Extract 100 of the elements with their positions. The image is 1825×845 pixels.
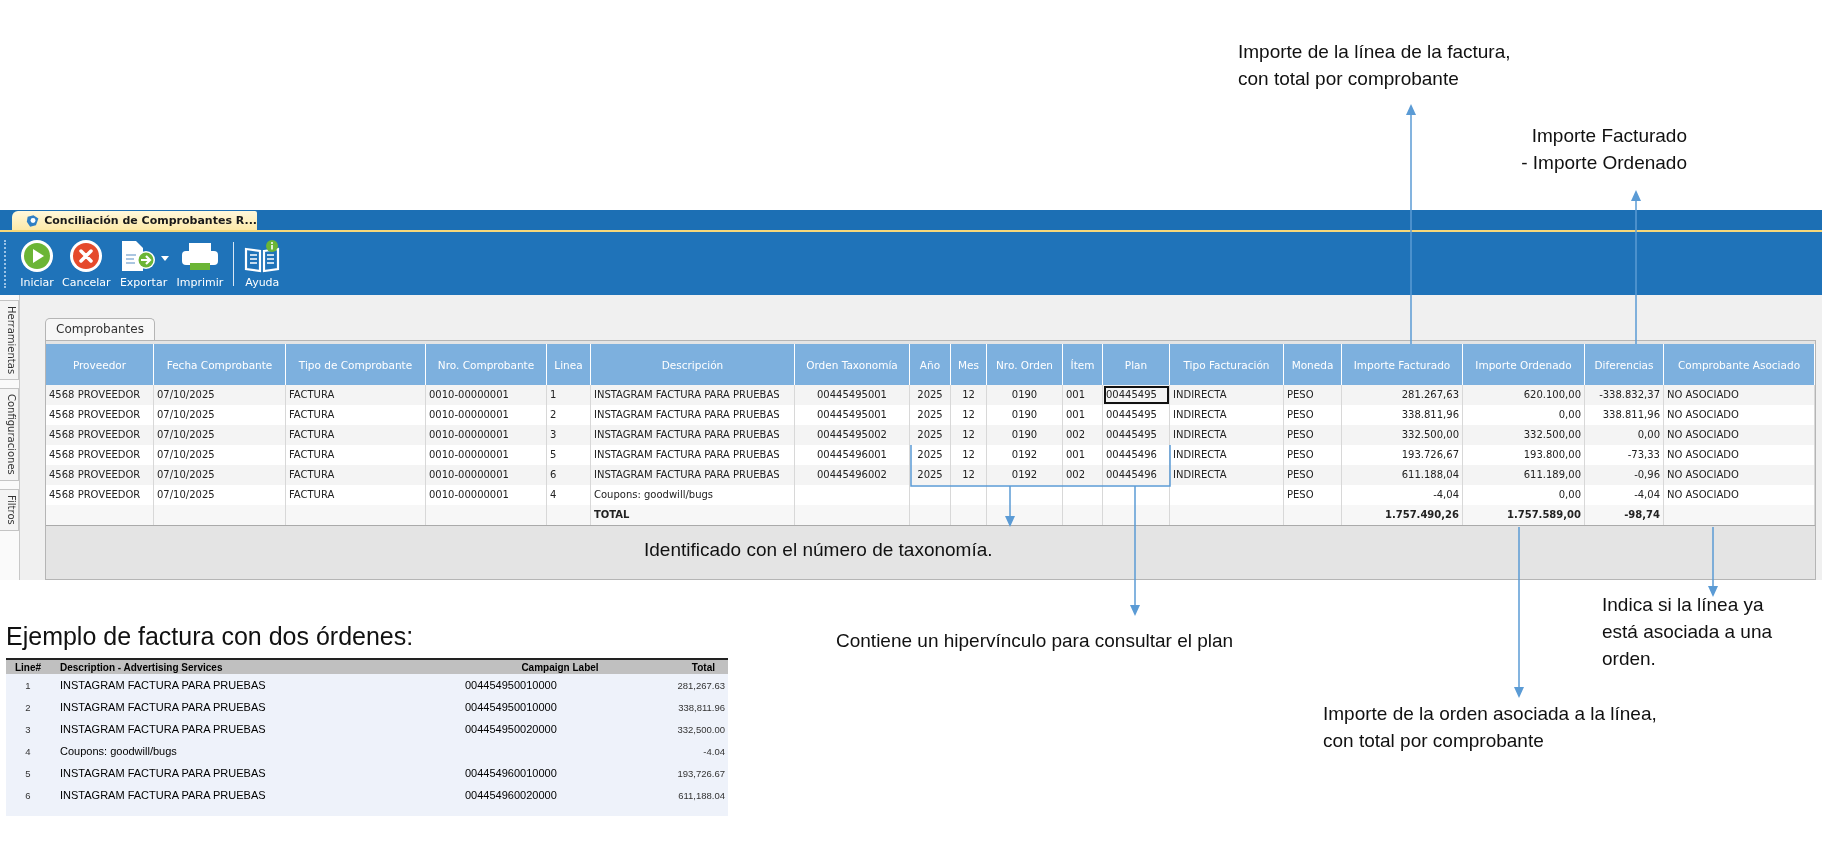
column-header[interactable]: Orden Taxonomía [795,344,910,385]
column-header[interactable]: Diferencias [1585,344,1664,385]
table-cell: FACTURA [286,425,426,445]
line-number: 2 [24,701,32,713]
annotation-text: Importe de la orden asociada a la línea, con total por comprobante [1323,702,1657,753]
table-cell: 6 [547,465,591,485]
table-cell: 611.188,04 [1342,465,1463,485]
toolbar-button[interactable]: Ayuda [240,236,285,291]
table-cell: 0010-00000001 [426,385,547,405]
table-cell: 0190 [987,385,1063,405]
document-tab[interactable]: Conciliación de Comprobantes R... [12,211,257,230]
campaign-label: 004454950010000 [465,679,557,691]
table-cell: 00445496 [1103,465,1170,485]
column-header[interactable]: Plan [1103,344,1170,385]
annotation-text: Indica si la línea ya está asociada a una orden. [1602,593,1773,671]
side-tab[interactable]: Filtros [0,488,19,531]
table-cell: NO ASOCIADO [1664,465,1815,485]
table-cell: FACTURA [286,385,426,405]
column-header[interactable]: Mes [951,344,987,385]
total-cell: 1.757.490,26 [1342,505,1463,525]
column-header[interactable]: Ítem [1063,344,1103,385]
table-cell: 2025 [910,425,951,445]
side-tab[interactable]: Configuraciones [0,388,19,481]
caret-icon [160,256,169,261]
column-header[interactable]: Descripción [591,344,795,385]
tab[interactable]: Comprobantes [45,318,155,340]
table-cell: 002 [1063,465,1103,485]
column-header[interactable]: Tipo Facturación [1170,344,1284,385]
invoice-description: INSTAGRAM FACTURA PARA PRUEBAS [59,701,267,713]
line-number: 5 [24,767,32,779]
invoice-description: INSTAGRAM FACTURA PARA PRUEBAS [59,679,267,691]
table-cell: NO ASOCIADO [1664,425,1815,445]
table-cell: 2025 [910,385,951,405]
table-cell: 611.189,00 [1463,465,1585,485]
column-header[interactable]: Fecha Comprobante [154,344,286,385]
column-header[interactable]: Nro. Orden [987,344,1063,385]
table-cell: 00445496002 [795,465,910,485]
side-tab[interactable]: Herramientas [0,300,19,381]
toolbar-grip [4,239,8,288]
column-header[interactable]: Tipo de Comprobante [286,344,426,385]
invoice-column-header: Line# [13,661,43,673]
toolbar-button[interactable]: Imprimir [172,236,228,291]
invoice-total: 193,726.67 [676,767,725,779]
invoice-column-header: Campaign Label [520,661,600,673]
total-cell: TOTAL [591,505,795,525]
table-cell: 002 [1063,425,1103,445]
column-header[interactable]: Proveedor [46,344,154,385]
table-cell: -338.832,37 [1585,385,1664,405]
total-cell: 1.757.589,00 [1463,505,1585,525]
table-cell: 12 [951,465,987,485]
column-header[interactable]: Moneda [1284,344,1342,385]
toolbar-button[interactable]: Exportar [114,236,173,291]
invoice-total: 332,500.00 [676,723,725,735]
column-header[interactable]: Comprobante Asociado [1664,344,1815,385]
annotation-text: Importe de la línea de la factura, con total por comprobante [1238,40,1511,91]
table-cell: 1 [547,385,591,405]
campaign-label: 004454950020000 [465,723,557,735]
line-number: 6 [24,789,32,801]
line-number: 3 [24,723,32,735]
table-cell: 4568 PROVEEDOR [46,425,154,445]
table-cell: INSTAGRAM FACTURA PARA PRUEBAS [591,425,795,445]
table-cell: 332.500,00 [1463,425,1585,445]
table-cell: 0010-00000001 [426,465,547,485]
play-icon [20,239,54,273]
toolbar-button[interactable]: Cancelar [58,236,115,291]
table-cell: 4568 PROVEEDOR [46,385,154,405]
line-number: 1 [24,679,32,691]
column-header[interactable]: Importe Facturado [1342,344,1463,385]
table-cell: 12 [951,425,987,445]
table-cell: 332.500,00 [1342,425,1463,445]
column-header[interactable]: Año [910,344,951,385]
table-cell: 00445495001 [795,385,910,405]
line-number: 4 [24,745,32,757]
table-cell: 0192 [987,465,1063,485]
invoice-example-title: Ejemplo de factura con dos órdenes: [6,622,414,652]
table-cell: 07/10/2025 [154,425,286,445]
table-cell: 00445495002 [795,425,910,445]
table-cell: 07/10/2025 [154,465,286,485]
table-cell: 620.100,00 [1463,385,1585,405]
total-cell: -98,74 [1585,505,1664,525]
arrow [1005,485,1015,527]
table-cell: 0010-00000001 [426,425,547,445]
column-header[interactable]: Nro. Comprobante [426,344,547,385]
invoice-description: Coupons: goodwill/bugs [59,745,178,757]
shield-icon [26,212,40,229]
table-cell: INSTAGRAM FACTURA PARA PRUEBAS [591,385,795,405]
table-cell: PESO [1284,465,1342,485]
invoice-total: -4.04 [702,745,725,757]
invoice-total: 338,811.96 [677,701,725,713]
table-cell: INDIRECTA [1170,465,1284,485]
cancel-icon [69,239,104,273]
table-cell: 3 [547,425,591,445]
table-cell: 4568 PROVEEDOR [46,465,154,485]
annotation-text: Identificado con el número de taxonomía. [644,538,993,562]
invoice-description: INSTAGRAM FACTURA PARA PRUEBAS [59,767,267,779]
column-header[interactable]: Linea [547,344,591,385]
invoice-column-header: Description - Advertising Services [59,661,224,673]
invoice-description: INSTAGRAM FACTURA PARA PRUEBAS [59,723,267,735]
column-header[interactable]: Importe Ordenado [1463,344,1585,385]
toolbar-button[interactable]: Iniciar [16,236,58,291]
